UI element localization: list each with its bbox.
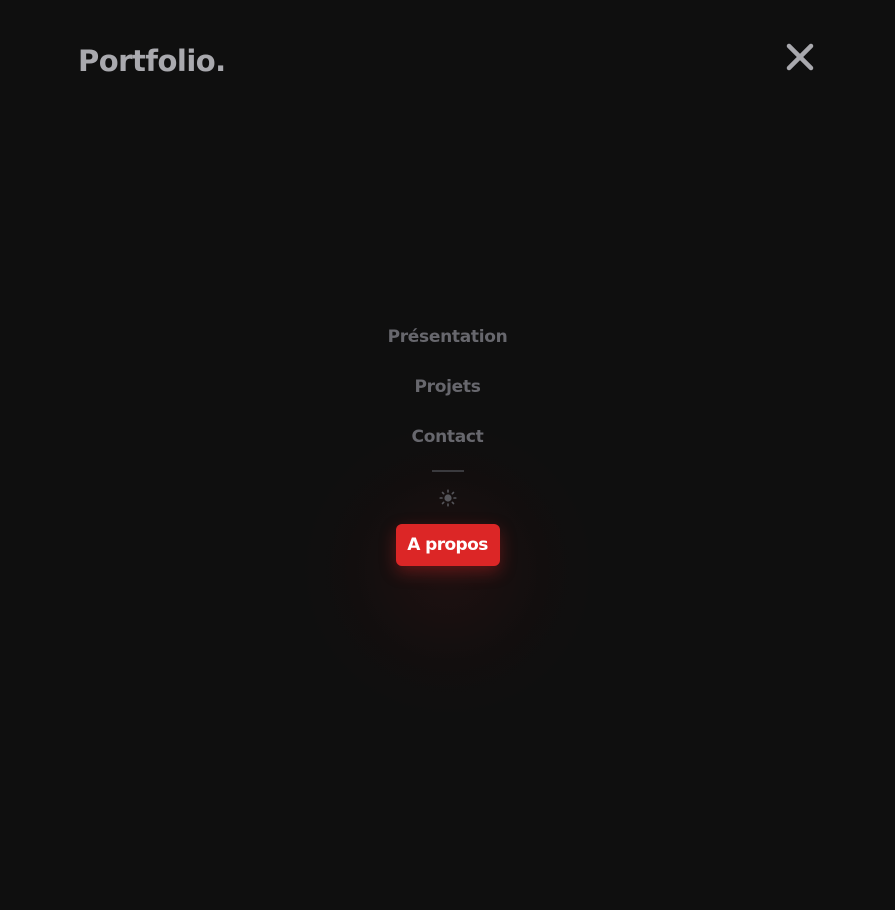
nav-link-contact[interactable]: Contact (412, 422, 484, 452)
sun-icon (438, 489, 457, 507)
nav-link-projets[interactable]: Projets (414, 372, 480, 402)
mobile-menu-overlay: Portfolio. Présentation Projets Contact (0, 0, 895, 910)
close-icon (786, 43, 814, 71)
about-button[interactable]: A propos (395, 524, 500, 566)
nav-link-presentation[interactable]: Présentation (388, 322, 508, 352)
close-menu-button[interactable] (781, 38, 819, 76)
theme-toggle-button[interactable] (436, 486, 460, 510)
site-logo[interactable]: Portfolio. (78, 42, 226, 80)
mobile-nav: Présentation Projets Contact A propos (0, 322, 895, 566)
nav-divider (432, 470, 464, 472)
